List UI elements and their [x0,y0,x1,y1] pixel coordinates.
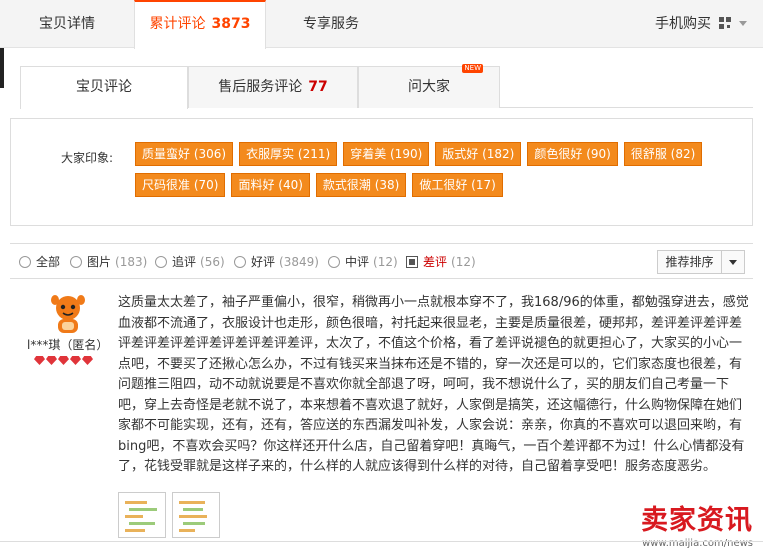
impression-tag[interactable]: 尺码很准 (70) [135,173,226,197]
avatar [46,292,90,336]
impression-tag[interactable]: 质量蛮好 (306) [135,142,234,166]
impression-tag[interactable]: 衣服厚实 (211) [239,142,338,166]
review-image-thumbnail[interactable] [172,492,220,538]
impressions-label: 大家印象: [61,151,114,165]
impression-tag[interactable]: 很舒服 (82) [623,142,703,166]
review-sub-tabs: 宝贝评论 售后服务评论 77 问大家 NEW [20,64,753,109]
filter-neutral-label: 中评 [345,255,370,269]
filter-positive-label: 好评 [251,255,276,269]
filter-neutral[interactable]: 中评 (12) [328,253,398,270]
qr-code-icon [719,17,731,29]
impression-tag[interactable]: 做工很好 (17) [412,173,503,197]
tab-product-detail[interactable]: 宝贝详情 [0,0,134,48]
tab-after-sales-count: 77 [308,79,328,95]
chevron-down-icon [739,21,747,26]
review-images [118,492,226,538]
impression-tag[interactable]: 款式很潮 (38) [315,173,407,197]
tab-exclusive-service[interactable]: 专享服务 [266,0,396,48]
tab-service-label: 专享服务 [303,16,359,32]
diamond-icon [34,356,45,365]
divider [0,541,763,542]
tab-after-sales-label: 售后服务评论 [218,79,303,95]
impression-tag[interactable]: 版式好 (182) [435,142,522,166]
tab-reviews-label: 累计评论 [149,16,206,32]
impression-tag[interactable]: 颜色很好 (90) [527,142,618,166]
filter-positive-count: (3849) [279,254,319,269]
impression-tag[interactable]: 穿着美 (190) [343,142,430,166]
filter-neutral-count: (12) [373,254,398,269]
mobile-buy-label: 手机购买 [655,16,711,32]
filter-followup[interactable]: 追评 (56) [155,253,225,270]
impression-tag-row-2: 尺码很准 (70) 面料好 (40) 款式很潮 (38) 做工很好 (17) [135,173,509,197]
sort-label: 推荐排序 [658,251,722,273]
filter-negative-label: 差评 [423,255,448,269]
radio-button[interactable] [70,255,82,268]
filter-images[interactable]: 图片 (183) [70,253,147,270]
filter-negative-count: (12) [451,254,476,269]
mobile-buy-button[interactable]: 手机购买 [655,0,747,48]
reviewer-name: l***琪（匿名） [27,338,109,352]
radio-button[interactable] [234,255,246,268]
watermark-title: 卖家资讯 [641,505,753,536]
tab-reviews[interactable]: 累计评论 3873 [134,0,266,49]
tab-ask-everyone[interactable]: 问大家 NEW [358,64,500,108]
filter-all-label: 全部 [36,255,61,269]
tab-product-review[interactable]: 宝贝评论 [20,66,188,109]
filter-positive[interactable]: 好评 (3849) [234,253,319,270]
radio-button[interactable] [155,255,167,268]
tab-reviews-count: 3873 [211,16,251,32]
diamond-icon [46,356,57,365]
tab-after-sales-review[interactable]: 售后服务评论 77 [188,66,358,108]
impression-tag-row-1: 质量蛮好 (306) 衣服厚实 (211) 穿着美 (190) 版式好 (182… [135,142,708,166]
tab-ask-label: 问大家 [408,79,450,95]
filter-negative[interactable]: 差评 (12) [406,253,476,270]
impression-tag[interactable]: 面料好 (40) [231,173,310,197]
chevron-down-icon[interactable] [722,251,744,273]
watermark-url: www.maijia.com/news [642,538,753,549]
top-tab-bar: 宝贝详情 累计评论 3873 专享服务 手机购买 [0,0,763,49]
radio-button[interactable] [328,255,340,268]
filter-images-label: 图片 [87,255,112,269]
diamond-icon [58,356,69,365]
new-badge: NEW [462,64,483,73]
edge-marker [0,48,4,88]
filter-all[interactable]: 全部 [19,253,60,270]
sort-dropdown[interactable]: 推荐排序 [657,250,745,274]
review-filter-bar: 全部 图片 (183) 追评 (56) 好评 (3849) 中评 (12) 差评 (12)… [10,243,753,279]
filter-followup-count: (56) [200,254,225,269]
filter-images-count: (183) [115,254,148,269]
diamond-icon [70,356,81,365]
tab-product-review-label: 宝贝评论 [76,79,132,95]
reviewer-level-icons [34,356,94,365]
filter-followup-label: 追评 [172,255,197,269]
tab-product-detail-label: 宝贝详情 [39,16,95,32]
impressions-panel: 大家印象: 质量蛮好 (306) 衣服厚实 (211) 穿着美 (190) 版式… [10,118,753,226]
review-text: 这质量太太差了，袖子严重偏小，很窄，稍微再小一点就根本穿不了，我168/96的体… [118,295,749,474]
radio-button[interactable] [19,255,31,268]
radio-button-selected[interactable] [406,255,418,268]
review-image-thumbnail[interactable] [118,492,166,538]
diamond-icon [82,356,93,365]
